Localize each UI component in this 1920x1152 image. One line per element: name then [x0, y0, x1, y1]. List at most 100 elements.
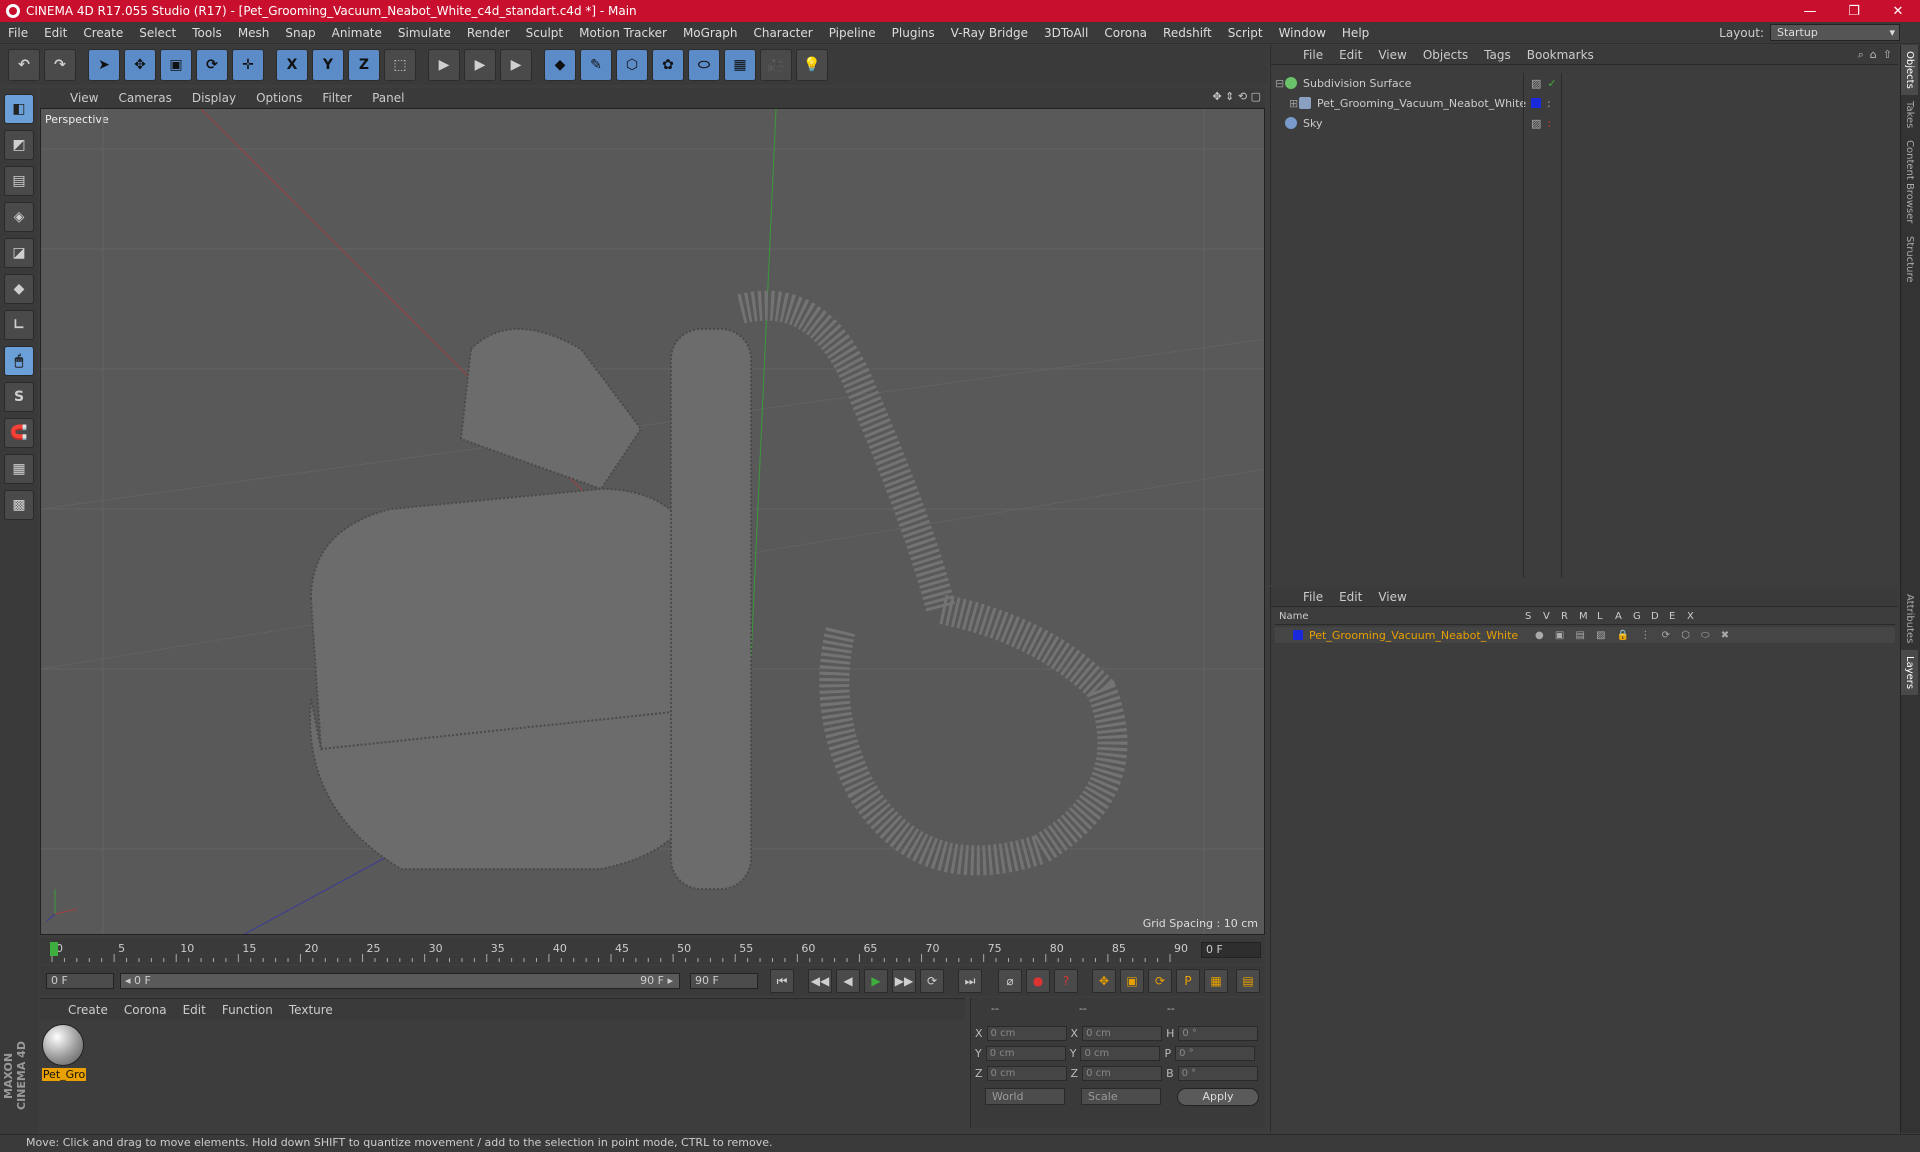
prev-key-button[interactable]: ◀◀ — [808, 969, 832, 993]
close-button[interactable]: ✕ — [1876, 0, 1920, 22]
start-frame-field[interactable]: 0 F — [46, 973, 114, 989]
timeline-window-icon[interactable]: ▤ — [1236, 969, 1260, 993]
object-menu-view[interactable]: View — [1370, 48, 1414, 62]
menu-file[interactable]: File — [0, 26, 36, 40]
menu-edit[interactable]: Edit — [36, 26, 75, 40]
render-settings-button[interactable]: ▶ — [500, 49, 532, 81]
current-frame-field[interactable]: 0 F — [1201, 942, 1261, 958]
object-menu-bookmarks[interactable]: Bookmarks — [1519, 48, 1602, 62]
goto-end-button[interactable]: ⏭ — [958, 969, 982, 993]
motion-record-icon[interactable]: ⌀ — [998, 969, 1022, 993]
material-item[interactable]: Pet_Gro — [42, 1024, 86, 1081]
timeline-ruler[interactable]: 0 5 10 15 20 25 30 35 40 45 50 55 60 65 70 75 80 85 90 0 F — [40, 938, 1265, 964]
undo-button[interactable]: ↶ — [8, 49, 40, 81]
key-position-icon[interactable]: ✥ — [1092, 969, 1116, 993]
transform-tool-button[interactable]: ✛ — [232, 49, 264, 81]
cube-object-button[interactable]: ◆ — [544, 49, 576, 81]
move-tool-button[interactable]: ✥ — [124, 49, 156, 81]
next-frame-button[interactable]: ▶▶ — [892, 969, 916, 993]
object-row[interactable]: ⊟ Subdivision Surface ▨ ✓ — [1275, 73, 1665, 93]
edges-mode-button[interactable]: ◪ — [4, 238, 34, 268]
viewport-menu-display[interactable]: Display — [182, 91, 246, 105]
scale-tool-button[interactable]: ▣ — [160, 49, 192, 81]
layout-dropdown[interactable]: Startup — [1770, 24, 1900, 41]
floor-object-button[interactable]: ▦ — [724, 49, 756, 81]
layer-color-icon[interactable] — [1531, 98, 1541, 108]
apply-button[interactable]: Apply — [1177, 1088, 1259, 1106]
coordinate-space-dropdown[interactable]: World — [985, 1088, 1065, 1105]
viewport-menu-view[interactable]: View — [60, 91, 108, 105]
viewport-menu-options[interactable]: Options — [246, 91, 312, 105]
menu-simulate[interactable]: Simulate — [390, 26, 459, 40]
goto-start-button[interactable]: ⏮ — [770, 969, 794, 993]
search-icon[interactable]: ⌕ — [1858, 48, 1864, 62]
render-picture-viewer-button[interactable]: ▶ — [464, 49, 496, 81]
polygons-mode-button[interactable]: ◆ — [4, 274, 34, 304]
position-y-field[interactable]: 0 cm — [985, 1046, 1066, 1061]
material-menu-function[interactable]: Function — [214, 1003, 281, 1017]
autokey-icon[interactable]: ? — [1054, 969, 1078, 993]
menu-help[interactable]: Help — [1334, 26, 1377, 40]
layer-tag-icon[interactable]: ▨ — [1531, 117, 1541, 130]
menu-mograph[interactable]: MoGraph — [675, 26, 746, 40]
frame-range-slider[interactable]: ◂ 0 F 90 F ▸ — [120, 973, 680, 989]
position-x-field[interactable]: 0 cm — [986, 1026, 1067, 1041]
layer-menu-file[interactable]: File — [1295, 590, 1331, 604]
viewport-menu-filter[interactable]: Filter — [312, 91, 362, 105]
menu-create[interactable]: Create — [75, 26, 131, 40]
size-mode-dropdown[interactable]: Scale — [1081, 1088, 1161, 1105]
key-pla-icon[interactable]: ▦ — [1204, 969, 1228, 993]
size-z-field[interactable]: 0 cm — [1082, 1066, 1163, 1081]
menu-select[interactable]: Select — [131, 26, 184, 40]
rotation-p-field[interactable]: 0 ° — [1175, 1046, 1256, 1061]
layer-tag-icon[interactable]: ▨ — [1531, 77, 1541, 90]
minimize-button[interactable]: — — [1788, 0, 1832, 22]
menu-tools[interactable]: Tools — [184, 26, 230, 40]
menu-render[interactable]: Render — [459, 26, 518, 40]
deformer-button[interactable]: ⬭ — [688, 49, 720, 81]
object-menu-tags[interactable]: Tags — [1476, 48, 1519, 62]
solo-mode-button[interactable]: S — [4, 382, 34, 412]
tab-attributes[interactable]: Attributes — [1901, 588, 1918, 649]
live-selection-button[interactable]: ➤ — [88, 49, 120, 81]
layer-menu-edit[interactable]: Edit — [1331, 590, 1370, 604]
tab-content-browser[interactable]: Content Browser — [1901, 134, 1918, 229]
pen-spline-button[interactable]: ✎ — [580, 49, 612, 81]
tab-structure[interactable]: Structure — [1901, 230, 1918, 289]
home-icon[interactable]: ⌂ — [1870, 48, 1877, 62]
render-view-button[interactable]: ▶ — [428, 49, 460, 81]
menu-pipeline[interactable]: Pipeline — [821, 26, 884, 40]
menu-3dtoall[interactable]: 3DToAll — [1036, 26, 1096, 40]
coordinate-system-button[interactable]: ⬚ — [384, 49, 416, 81]
layer-menu-view[interactable]: View — [1370, 590, 1414, 604]
key-rotation-icon[interactable]: ⟳ — [1148, 969, 1172, 993]
workplane-mode-button[interactable]: ▤ — [4, 166, 34, 196]
viewport-navigation-icons[interactable]: ✥ ⇕ ⟲ ▢ — [1212, 90, 1261, 103]
size-x-field[interactable]: 0 cm — [1082, 1026, 1163, 1041]
menu-corona[interactable]: Corona — [1096, 26, 1155, 40]
key-scale-icon[interactable]: ▣ — [1120, 969, 1144, 993]
menu-script[interactable]: Script — [1220, 26, 1271, 40]
size-y-field[interactable]: 0 cm — [1080, 1046, 1161, 1061]
snap-button[interactable]: 🧲 — [4, 418, 34, 448]
loop-button[interactable]: ⟳ — [920, 969, 944, 993]
tab-layers[interactable]: Layers — [1901, 649, 1918, 695]
viewport-menu-cameras[interactable]: Cameras — [108, 91, 181, 105]
rotation-b-field[interactable]: 0 ° — [1177, 1066, 1258, 1081]
material-menu-create[interactable]: Create — [60, 1003, 116, 1017]
x-axis-button[interactable]: X — [276, 49, 308, 81]
menu-redshift[interactable]: Redshift — [1155, 26, 1220, 40]
menu-sculpt[interactable]: Sculpt — [518, 26, 571, 40]
object-menu-file[interactable]: File — [1295, 48, 1331, 62]
maximize-button[interactable]: ❐ — [1832, 0, 1876, 22]
y-axis-button[interactable]: Y — [312, 49, 344, 81]
redo-button[interactable]: ↷ — [44, 49, 76, 81]
subdivision-surface-button[interactable]: ⬡ — [616, 49, 648, 81]
object-menu-edit[interactable]: Edit — [1331, 48, 1370, 62]
rotation-h-field[interactable]: 0 ° — [1178, 1026, 1259, 1041]
tab-takes[interactable]: Takes — [1901, 95, 1918, 134]
key-parameter-icon[interactable]: P — [1176, 969, 1200, 993]
menu-window[interactable]: Window — [1271, 26, 1334, 40]
material-menu-texture[interactable]: Texture — [281, 1003, 341, 1017]
menu-plugins[interactable]: Plugins — [884, 26, 943, 40]
